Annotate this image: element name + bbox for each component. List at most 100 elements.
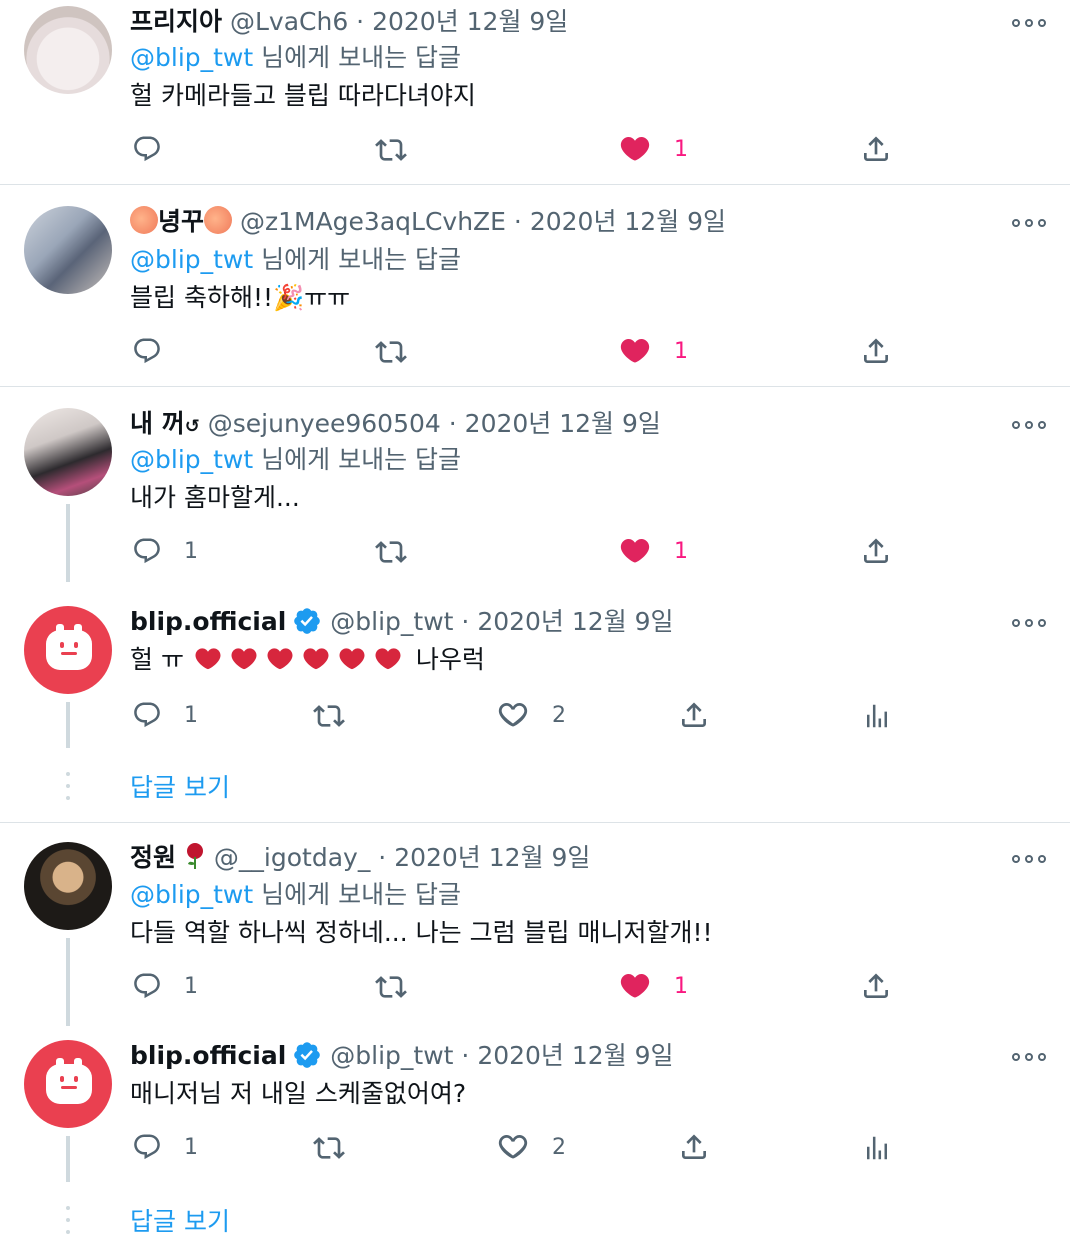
separator-dot: · (461, 1041, 470, 1070)
avatar[interactable] (24, 842, 112, 930)
retweet-button[interactable] (374, 536, 408, 568)
share-button[interactable] (860, 534, 892, 568)
tweet[interactable]: 프리지아 @LvaCh6 · 2020년 12월 9일 @blip_twt 님에… (0, 0, 1070, 184)
tweet-date[interactable]: 2020년 12월 9일 (477, 1041, 673, 1070)
share-button[interactable] (860, 969, 892, 1003)
tweet-date[interactable]: 2020년 12월 9일 (530, 207, 726, 236)
avatar[interactable] (24, 408, 112, 496)
like-count: 1 (674, 973, 688, 999)
reply-count: 1 (184, 702, 198, 728)
share-button[interactable] (860, 334, 892, 368)
tweet-date[interactable]: 2020년 12월 9일 (465, 409, 661, 438)
reply-icon (132, 336, 162, 366)
share-button[interactable] (860, 132, 892, 166)
like-button[interactable]: 1 (618, 132, 688, 166)
separator-dot: · (356, 7, 365, 36)
separator-dot: · (461, 607, 470, 636)
like-button[interactable]: 2 (496, 698, 566, 732)
user-handle[interactable]: @LvaCh6 (230, 7, 348, 36)
liked-heart-icon (618, 534, 652, 568)
heart-icon (496, 1130, 530, 1164)
tweet-date[interactable]: 2020년 12월 9일 (394, 843, 590, 872)
thread-connector (66, 702, 70, 748)
more-options-icon[interactable] (1012, 853, 1046, 865)
avatar[interactable] (24, 606, 112, 694)
share-button[interactable] (678, 1130, 710, 1164)
retweet-button[interactable] (374, 134, 408, 166)
avatar[interactable] (24, 206, 112, 294)
show-replies-link[interactable]: 답글 보기 (130, 1202, 230, 1238)
tweet[interactable]: blip.official @blip_twt · 2020년 12월 9일 헐… (0, 588, 1070, 820)
mention-link[interactable]: @blip_twt (130, 880, 253, 909)
display-name[interactable]: 정원 (130, 843, 176, 872)
more-options-icon[interactable] (1012, 1051, 1046, 1063)
like-button[interactable]: 1 (618, 334, 688, 368)
reply-button[interactable]: 1 (132, 1132, 198, 1162)
like-button[interactable]: 2 (496, 1130, 566, 1164)
tweet[interactable]: 내 꺼↺ @sejunyee960504 · 2020년 12월 9일 @bli… (0, 388, 1070, 588)
mention-link[interactable]: @blip_twt (130, 245, 253, 274)
like-count: 2 (552, 702, 566, 728)
reply-button[interactable] (132, 336, 162, 366)
analytics-button[interactable] (862, 1132, 892, 1164)
display-name[interactable]: 내 꺼 (130, 409, 185, 438)
more-options-icon[interactable] (1012, 17, 1046, 29)
tweet[interactable]: blip.official @blip_twt · 2020년 12월 9일 매… (0, 1030, 1070, 1244)
user-handle[interactable]: @__igotday_ (214, 843, 370, 872)
display-name[interactable]: 녕꾸 (158, 207, 204, 236)
retweet-button[interactable] (312, 700, 346, 732)
retweet-icon (374, 134, 408, 166)
display-name[interactable]: blip.official (130, 1041, 286, 1070)
avatar[interactable] (24, 1040, 112, 1128)
share-button[interactable] (678, 698, 710, 732)
reply-context-label: 님에게 보내는 답글 (261, 245, 462, 274)
retweet-icon (312, 700, 346, 732)
tweet-date[interactable]: 2020년 12월 9일 (372, 7, 568, 36)
tweet-header: 녕꾸 @z1MAge3aqLCvhZE · 2020년 12월 9일 (130, 206, 726, 238)
reply-context: @blip_twt 님에게 보내는 답글 (130, 42, 461, 74)
like-button[interactable]: 1 (618, 534, 688, 568)
tweet-date[interactable]: 2020년 12월 9일 (477, 607, 673, 636)
reply-button[interactable] (132, 134, 162, 164)
retweet-button[interactable] (312, 1132, 346, 1164)
user-handle[interactable]: @z1MAge3aqLCvhZE (240, 207, 506, 236)
retweet-button[interactable] (374, 336, 408, 368)
heart-icon (496, 698, 530, 732)
user-handle[interactable]: @blip_twt (330, 1041, 453, 1070)
mention-link[interactable]: @blip_twt (130, 43, 253, 72)
reply-button[interactable]: 1 (132, 971, 198, 1001)
reply-count: 1 (184, 973, 198, 999)
tweet[interactable]: 녕꾸 @z1MAge3aqLCvhZE · 2020년 12월 9일 @blip… (0, 186, 1070, 386)
tweet-text: 매니저님 저 내일 스케줄없어여? (130, 1079, 467, 1108)
tweet-header: 프리지아 @LvaCh6 · 2020년 12월 9일 (130, 6, 568, 38)
mention-link[interactable]: @blip_twt (130, 445, 253, 474)
blip-logo-icon (46, 624, 92, 670)
analytics-button[interactable] (862, 700, 892, 732)
reply-count: 1 (184, 538, 198, 564)
more-options-icon[interactable] (1012, 217, 1046, 229)
user-handle[interactable]: @blip_twt (330, 607, 453, 636)
like-count: 2 (552, 1134, 566, 1160)
user-handle[interactable]: @sejunyee960504 (208, 409, 441, 438)
like-button[interactable]: 1 (618, 969, 688, 1003)
retweet-button[interactable] (374, 971, 408, 1003)
show-replies-link[interactable]: 답글 보기 (130, 768, 230, 804)
share-icon (860, 334, 892, 368)
rose-emoji-icon (186, 843, 203, 869)
tweet-text: 내가 홈마할게... (130, 483, 300, 512)
reply-button[interactable]: 1 (132, 536, 198, 566)
reply-icon (132, 1132, 162, 1162)
analytics-icon (862, 700, 892, 732)
reply-button[interactable]: 1 (132, 700, 198, 730)
display-name[interactable]: blip.official (130, 607, 286, 636)
thread-connector (66, 1136, 70, 1182)
more-options-icon[interactable] (1012, 617, 1046, 629)
reply-context: @blip_twt 님에게 보내는 답글 (130, 879, 461, 911)
tweet-text-start: 헐 ㅠ (130, 645, 184, 674)
tweet[interactable]: 정원 @__igotday_ · 2020년 12월 9일 @blip_twt … (0, 824, 1070, 1030)
display-name[interactable]: 프리지아 (130, 7, 222, 36)
more-options-icon[interactable] (1012, 419, 1046, 431)
like-count: 1 (674, 136, 688, 162)
avatar[interactable] (24, 6, 112, 94)
retweet-icon (374, 971, 408, 1003)
